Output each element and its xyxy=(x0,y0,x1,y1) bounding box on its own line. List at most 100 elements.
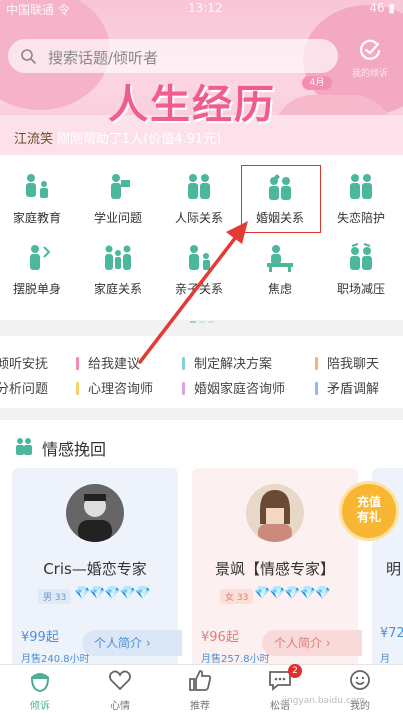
my-confide-label[interactable]: 我的倾诉 xyxy=(352,66,388,79)
parent-child-icon xyxy=(189,245,210,270)
service-label: 矛盾调解 xyxy=(327,382,380,397)
page-dot-active xyxy=(190,321,196,323)
expert-card[interactable]: 景飒【情感专家】 女 33 💎💎💎💎💎 ¥96起 月售257.8小时 个人简介 … xyxy=(192,468,362,668)
service-label: 心理咨询师 xyxy=(88,382,154,397)
expert-name: 景飒【情感专家】 xyxy=(214,560,335,578)
expert-name: 明 xyxy=(386,560,402,578)
expert-name: Cris—婚恋专家 xyxy=(43,560,147,578)
study-icon xyxy=(111,174,130,199)
banner-month-badge: 4月 xyxy=(302,76,332,90)
recharge-promo-badge[interactable]: 充值 有礼 xyxy=(342,484,396,538)
workplace-icon xyxy=(350,243,372,270)
carrier-text: 中国联通 令 xyxy=(6,3,70,17)
category-label: 学业问题 xyxy=(93,211,142,225)
service-color-bar xyxy=(315,357,318,370)
level-gems: 💎💎💎💎💎 xyxy=(254,586,331,601)
service-tag[interactable]: 倾听安抚 xyxy=(0,353,48,372)
category-family-education[interactable]: 家庭教育 xyxy=(0,172,77,226)
category-study[interactable]: 学业问题 xyxy=(78,172,158,226)
service-color-bar xyxy=(315,382,318,395)
status-bar: 中国联通 令 13:12 46 ▮ xyxy=(0,0,403,18)
service-tag[interactable]: 分析问题 xyxy=(0,378,48,397)
search-placeholder: 搜索话题/倾听者 xyxy=(48,49,159,67)
promo-line-2: 有礼 xyxy=(356,510,381,524)
service-tag[interactable]: 陪我聊天 xyxy=(315,353,379,372)
category-single[interactable]: 摆脱单身 xyxy=(0,243,77,297)
expert-sold: 月售257.8小时 xyxy=(201,654,270,665)
single-icon xyxy=(30,245,51,270)
category-anxiety[interactable]: 焦虑 xyxy=(240,243,320,297)
tab-mood[interactable]: 心情 xyxy=(80,668,160,712)
service-label: 给我建议 xyxy=(88,357,141,372)
breakup-icon xyxy=(350,174,372,199)
service-label: 婚姻家庭咨询师 xyxy=(194,382,286,397)
category-label: 家庭关系 xyxy=(93,282,142,296)
family-relation-icon xyxy=(105,245,131,270)
help-notice: 江流笑 刚刚帮助了1人(价值4.91元) xyxy=(14,128,221,147)
avatar xyxy=(246,484,304,542)
family-education-icon xyxy=(26,174,48,198)
category-workplace[interactable]: 职场减压 xyxy=(321,243,401,297)
my-confide-icon[interactable] xyxy=(357,37,383,63)
service-tag[interactable]: 心理咨询师 xyxy=(76,378,153,397)
banner-pagination xyxy=(345,146,389,155)
profile-button[interactable]: 个人简介 › xyxy=(262,630,362,656)
category-label: 家庭教育 xyxy=(12,211,61,225)
search-icon xyxy=(21,49,36,64)
gender-age-badge: 女 33 xyxy=(220,589,254,604)
tab-recommend[interactable]: 推荐 xyxy=(160,668,240,712)
clock-text: 13:12 xyxy=(188,1,223,15)
watermark-text: jingyan.baidu.com xyxy=(282,696,366,706)
people-icon xyxy=(16,438,32,455)
category-family-relation[interactable]: 家庭关系 xyxy=(78,243,158,297)
category-grid: 家庭教育 学业问题 人际关系 婚姻关系 失恋陪护 摆脱单身 家庭关系 亲子关系 … xyxy=(0,155,403,323)
service-tags: 倾听安抚 给我建议 制定解决方案 陪我聊天 分析问题 心理咨询师 婚姻家庭咨询师… xyxy=(0,336,403,408)
expert-price: ¥96起 xyxy=(201,630,239,645)
tab-confide[interactable]: 倾诉 xyxy=(0,668,80,712)
section-title: 情感挽回 xyxy=(42,440,107,459)
service-label: 制定解决方案 xyxy=(194,357,273,372)
page-dot xyxy=(199,321,205,323)
emotion-recovery-section: 情感挽回 Cris—婚恋专家 男 33 💎💎💎💎💎 ¥99起 月售240.8小时… xyxy=(0,420,403,668)
service-color-bar xyxy=(76,382,79,395)
service-color-bar xyxy=(182,382,185,395)
service-color-bar xyxy=(182,357,185,370)
banner-headline: 人生经历 xyxy=(108,81,276,128)
top-banner[interactable]: 中国联通 令 13:12 46 ▮ 搜索话题/倾听者 我的倾诉 人生经历 4月 … xyxy=(0,0,403,155)
category-label: 亲子关系 xyxy=(174,282,223,296)
service-label: 倾听安抚 xyxy=(0,357,49,372)
unread-badge: 2 xyxy=(288,664,302,678)
tab-label: 心情 xyxy=(110,701,130,712)
expert-card[interactable]: Cris—婚恋专家 男 33 💎💎💎💎💎 ¥99起 月售240.8小时 个人简介… xyxy=(12,468,182,668)
profile-button[interactable]: 个人简介 › xyxy=(82,630,182,656)
category-label: 人际关系 xyxy=(174,211,223,225)
anxiety-icon xyxy=(267,245,293,272)
smiley-face-icon xyxy=(350,670,370,690)
category-label: 职场减压 xyxy=(336,282,385,296)
category-relationship[interactable]: 人际关系 xyxy=(159,172,239,226)
service-tag[interactable]: 矛盾调解 xyxy=(315,378,379,397)
tab-label: 推荐 xyxy=(190,701,210,712)
avatar xyxy=(66,484,124,542)
battery-text: 46 ▮ xyxy=(369,1,395,15)
category-pagination xyxy=(190,308,217,327)
search-input[interactable]: 搜索话题/倾听者 xyxy=(8,39,338,73)
page-dot xyxy=(208,321,214,323)
level-gems: 💎💎💎💎💎 xyxy=(74,586,151,601)
acorn-icon xyxy=(30,673,50,693)
category-parent-child[interactable]: 亲子关系 xyxy=(159,243,239,297)
expert-price: ¥72 xyxy=(380,626,403,641)
expert-sold: 月 xyxy=(380,654,390,665)
service-tag[interactable]: 制定解决方案 xyxy=(182,353,272,372)
service-tag[interactable]: 给我建议 xyxy=(76,353,140,372)
category-label: 摆脱单身 xyxy=(12,282,61,296)
service-color-bar xyxy=(76,357,79,370)
gender-age-badge: 男 33 xyxy=(38,589,72,604)
category-breakup[interactable]: 失恋陪护 xyxy=(321,172,401,226)
relationship-icon xyxy=(188,174,210,199)
service-tag[interactable]: 婚姻家庭咨询师 xyxy=(182,378,285,397)
expert-price: ¥99起 xyxy=(21,630,59,645)
tab-label: 倾诉 xyxy=(30,701,50,712)
notice-text: 刚刚帮助了1人(价值4.91元) xyxy=(57,132,222,147)
expert-sold: 月售240.8小时 xyxy=(21,654,90,665)
